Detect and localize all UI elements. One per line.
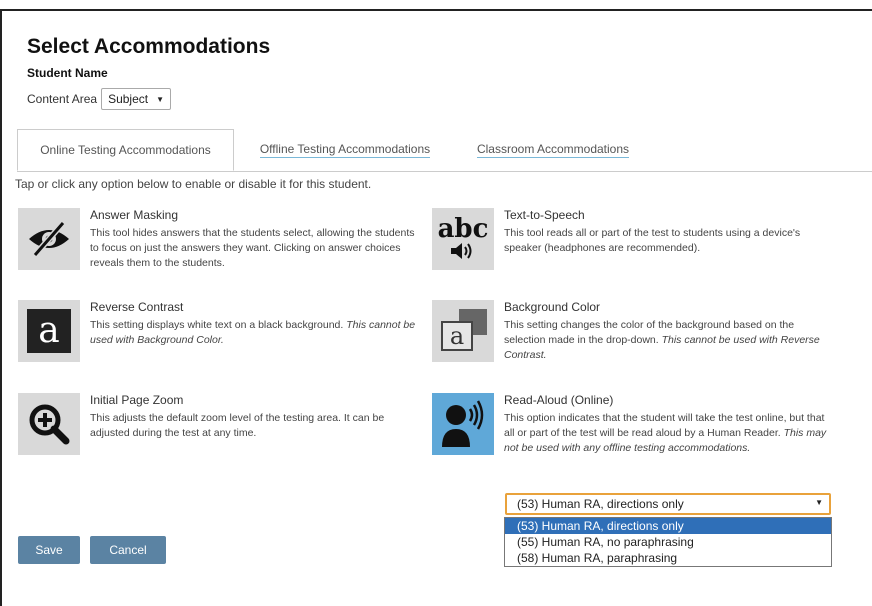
instructions-text: Tap or click any option below to enable … xyxy=(15,177,372,191)
read-aloud-desc: This option indicates that the student w… xyxy=(504,411,834,456)
eye-slash-icon xyxy=(18,208,80,270)
reverse-contrast-icon: a xyxy=(18,300,80,362)
tab-offline-testing-label: Offline Testing Accommodations xyxy=(259,141,431,158)
zoom-in-icon xyxy=(18,393,80,455)
read-aloud-desc-text: This option indicates that the student w… xyxy=(504,412,825,439)
reverse-contrast-desc-text: This setting displays white text on a bl… xyxy=(90,319,347,331)
answer-masking-name: Answer Masking xyxy=(90,208,179,222)
content-area-row: Content Area Subject ▼ xyxy=(27,88,172,110)
read-aloud-option[interactable]: (53) Human RA, directions only xyxy=(505,518,831,534)
abc-speaker-icon: abc xyxy=(432,208,494,270)
subject-select[interactable]: Subject ▼ xyxy=(101,88,172,110)
background-color-desc: This setting changes the color of the ba… xyxy=(504,318,834,363)
text-to-speech-name: Text-to-Speech xyxy=(504,208,585,222)
initial-page-zoom-desc: This adjusts the default zoom level of t… xyxy=(90,412,385,439)
accommodation-text-to-speech[interactable]: abc Text-to-Speech This tool reads all o… xyxy=(432,208,852,270)
accommodation-tabs: Online Testing Accommodations Offline Te… xyxy=(17,129,872,172)
save-button[interactable]: Save xyxy=(18,536,80,564)
initial-page-zoom-name: Initial Page Zoom xyxy=(90,393,184,407)
background-color-name: Background Color xyxy=(504,300,601,314)
background-color-icon: a xyxy=(432,300,494,362)
reverse-contrast-name: Reverse Contrast xyxy=(90,300,184,314)
text-to-speech-desc: This tool reads all or part of the test … xyxy=(504,227,801,254)
tab-online-testing[interactable]: Online Testing Accommodations xyxy=(17,129,234,171)
tab-classroom-label: Classroom Accommodations xyxy=(476,141,630,158)
reverse-contrast-desc: This setting displays white text on a bl… xyxy=(90,318,422,348)
read-aloud-select-value: (53) Human RA, directions only xyxy=(517,497,684,511)
answer-masking-desc: This tool hides answers that the student… xyxy=(90,227,415,269)
chevron-down-icon: ▼ xyxy=(156,94,165,104)
reverse-contrast-icon-letter: a xyxy=(38,310,60,351)
read-aloud-option[interactable]: (55) Human RA, no paraphrasing xyxy=(505,534,831,550)
accommodation-initial-page-zoom[interactable]: Initial Page Zoom This adjusts the defau… xyxy=(18,393,418,455)
accommodation-read-aloud[interactable]: Read-Aloud (Online) This option indicate… xyxy=(432,393,852,488)
read-aloud-select[interactable]: (53) Human RA, directions only ▼ xyxy=(505,493,831,515)
speaker-icon xyxy=(451,243,472,259)
tab-classroom[interactable]: Classroom Accommodations xyxy=(468,129,638,170)
speaking-person-icon xyxy=(432,393,494,455)
tab-offline-testing[interactable]: Offline Testing Accommodations xyxy=(250,129,440,170)
read-aloud-name: Read-Aloud (Online) xyxy=(504,393,614,407)
accommodation-reverse-contrast[interactable]: a Reverse Contrast This setting displays… xyxy=(18,300,418,362)
content-area-label: Content Area xyxy=(27,92,98,106)
background-color-icon-letter: a xyxy=(449,322,465,350)
accommodation-background-color[interactable]: a Background Color This setting changes … xyxy=(432,300,852,380)
abc-icon-text: abc xyxy=(437,214,489,244)
accommodation-answer-masking[interactable]: Answer Masking This tool hides answers t… xyxy=(18,208,418,288)
student-name: Student Name xyxy=(27,66,108,80)
page-title: Select Accommodations xyxy=(27,35,271,58)
read-aloud-option[interactable]: (58) Human RA, paraphrasing xyxy=(505,550,831,566)
read-aloud-options-list: (53) Human RA, directions only (55) Huma… xyxy=(504,517,832,567)
cancel-button[interactable]: Cancel xyxy=(90,536,166,564)
subject-select-value: Subject xyxy=(108,92,149,106)
tab-online-testing-label: Online Testing Accommodations xyxy=(40,143,211,157)
chevron-down-icon: ▼ xyxy=(815,498,823,507)
